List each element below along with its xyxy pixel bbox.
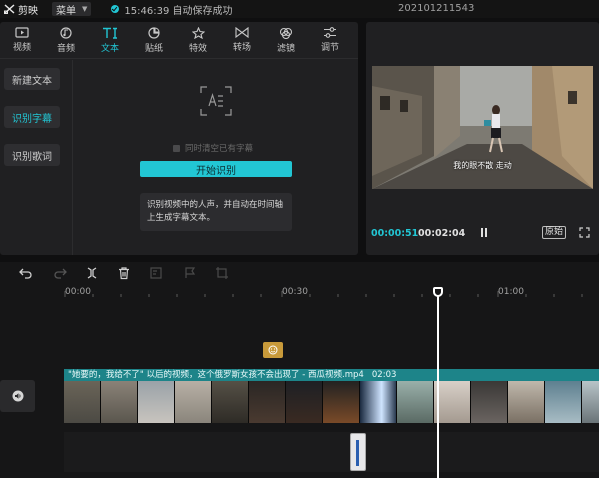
chevron-down-icon: ▼ [82,5,88,13]
playhead-handle[interactable] [433,287,443,297]
jianying-logo-icon [4,4,15,14]
tab-audio[interactable]: 音频 [44,22,88,58]
tab-sticker[interactable]: 贴纸 [132,22,176,58]
app-window: 剪映 菜单 ▼ 15:46:39 自动保存成功 202101211543 视频 … [0,0,599,478]
side-item-recognize-subtitles[interactable]: 识别字幕 [4,106,60,128]
save-status-text: 15:46:39 自动保存成功 [124,5,233,17]
sticker-clip[interactable] [263,342,283,358]
filter-icon [279,27,293,39]
title-bar: 剪映 菜单 ▼ 15:46:39 自动保存成功 202101211543 [0,0,599,18]
thumbnail [323,381,360,423]
thumbnail [175,381,212,423]
menu-label: 菜单 [56,5,76,17]
start-recognize-button[interactable]: 开始识别 [140,161,292,177]
checkbox-box[interactable] [173,144,180,152]
material-tabs: 视频 音频 文本 贴纸 特效 转场 滤镜 调节 [0,22,358,59]
tab-label: 视频 [12,43,31,53]
thumbnail [508,381,545,423]
tab-filter[interactable]: 滤镜 [264,22,308,58]
delete-icon[interactable] [117,266,131,280]
video-preview[interactable]: 我的眼不散 走动 [372,66,593,189]
save-status: 15:46:39 自动保存成功 [111,2,232,17]
tab-video[interactable]: 视频 [0,22,44,58]
app-logo: 剪映 [4,2,38,17]
side-item-new-text[interactable]: 新建文本 [4,68,60,90]
video-clip-header[interactable]: "她要的，我给不了" 以后的视频，这个俄罗斯女孩不会出现了 - 西瓜视频.mp4… [64,369,599,381]
divider [72,60,73,255]
tab-text[interactable]: 文本 [88,22,132,58]
timeline-panel: 00:00 00:30 01:00 "她要的，我给不了" 以后的视频，这个俄罗斯… [0,262,599,478]
split-icon[interactable] [85,266,99,280]
current-time: 00:00:51 [371,228,419,239]
pause-button[interactable] [479,227,489,239]
tab-label: 转场 [232,43,251,53]
total-time: 00:02:04 [418,228,466,239]
menu-button[interactable]: 菜单 ▼ [52,2,92,17]
thumbnail [434,381,471,423]
thumbnail [212,381,249,423]
tab-label: 文本 [100,43,119,54]
redo-icon[interactable] [53,266,67,280]
smiley-icon [268,345,278,355]
speaker-icon [12,390,23,402]
clip-duration: 02:03 [371,370,397,380]
music-icon [60,26,72,39]
thumbnail [360,381,397,423]
subtitle-track[interactable] [64,432,599,472]
ruler-ticks [64,291,583,297]
timeline-toolbar [0,262,599,284]
freeze-frame-icon[interactable] [149,266,163,280]
text-icon [103,27,117,39]
track-audio-toggle[interactable] [0,380,35,412]
flag-icon[interactable] [183,266,197,280]
tab-label: 特效 [188,43,207,54]
tab-label: 音频 [56,43,75,54]
transition-icon [235,27,249,38]
video-clip-thumbnails[interactable] [64,381,599,423]
thumbnail [64,381,101,423]
crop-icon[interactable] [215,266,229,280]
thumbnail [286,381,323,423]
check-circle-icon [111,5,120,13]
tab-label: 贴纸 [144,43,163,54]
adjust-icon [324,27,336,38]
video-subtitle: 我的眼不散 走动 [453,161,512,170]
tab-label: 滤镜 [276,43,295,54]
tab-label: 调节 [320,43,339,53]
text-side-nav: 新建文本 识别字幕 识别歌词 [0,60,66,255]
clip-title: "她要的，我给不了" 以后的视频，这个俄罗斯女孩不会出现了 - 西瓜视频.mp4 [68,370,364,380]
checkbox-label: 同时清空已有字幕 [185,144,254,154]
recognize-description: 识别视频中的人声，并自动在时间轴上生成字幕文本。 [140,193,292,231]
thumbnail [545,381,582,423]
thumbnail [582,381,599,423]
effects-icon [191,26,205,39]
player-panel: 我的眼不散 走动 00:00:51 00:02:04 原始 [366,22,599,255]
thumbnail [471,381,508,423]
thumbnail [397,381,434,423]
thumbnail [249,381,286,423]
fullscreen-icon[interactable] [579,227,590,238]
tab-transition[interactable]: 转场 [220,22,264,58]
undo-icon[interactable] [19,266,33,280]
tab-effects[interactable]: 特效 [176,22,220,58]
side-item-recognize-lyrics[interactable]: 识别歌词 [4,144,60,166]
tab-adjust[interactable]: 调节 [308,22,352,58]
playhead-line[interactable] [437,288,439,478]
project-name: 202101211543 [398,3,475,14]
app-name: 剪映 [18,5,38,17]
caption-recognize-icon [200,86,232,116]
subtitle-clip[interactable] [350,433,366,471]
video-icon [15,27,29,38]
thumbnail [138,381,175,423]
thumbnail [101,381,138,423]
sticker-icon [148,26,160,39]
aspect-ratio-button[interactable]: 原始 [542,226,567,239]
clear-existing-checkbox[interactable]: 同时清空已有字幕 [173,142,253,154]
material-panel: 视频 音频 文本 贴纸 特效 转场 滤镜 调节 新建文本 识别字幕 识别歌词 同… [0,22,358,255]
